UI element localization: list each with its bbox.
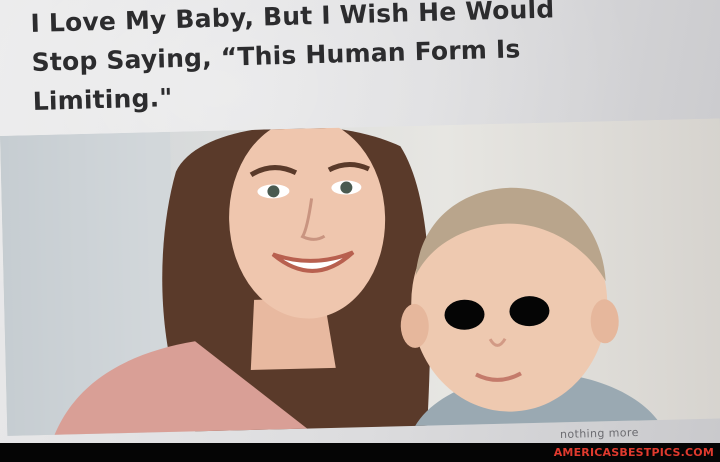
mother-and-baby-photo [0, 118, 668, 436]
article-headline: I Love My Baby, But I Wish He Would Stop… [30, 0, 633, 121]
read-more-text[interactable]: nothing more [560, 426, 639, 441]
article-photo [0, 118, 720, 436]
monitor-screen: I Love My Baby, But I Wish He Would Stop… [0, 0, 720, 443]
watermark: AMERICASBESTPICS.COM [553, 446, 714, 459]
